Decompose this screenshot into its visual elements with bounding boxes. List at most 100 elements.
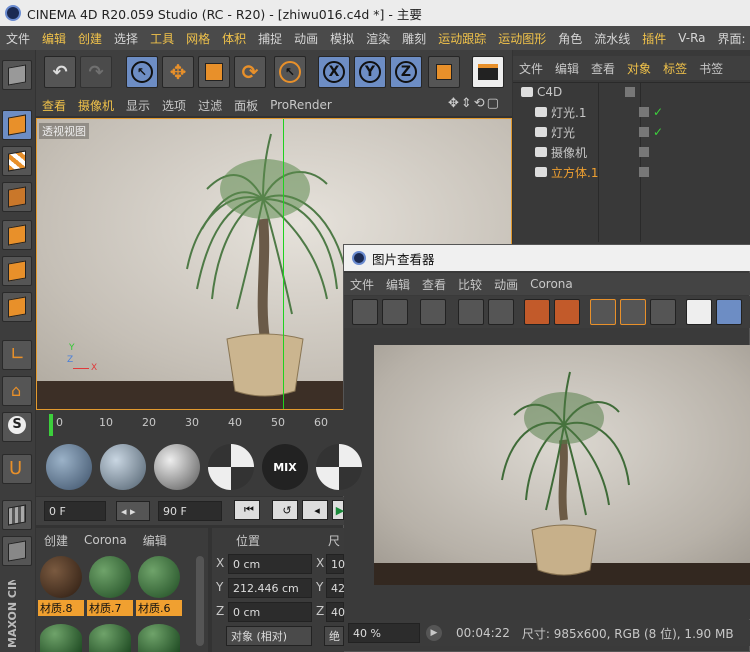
object-manager-tab[interactable]: 标签 <box>657 60 693 77</box>
material-ball[interactable] <box>100 444 146 490</box>
viewport-menu-item[interactable]: 过滤 <box>192 97 228 114</box>
zoom-select[interactable]: 40 % <box>348 623 420 643</box>
live-selection-button[interactable]: ↖ <box>126 56 158 88</box>
menu-item[interactable]: 创建 <box>72 30 108 47</box>
viewport-menu-item[interactable]: 查看 <box>36 97 72 114</box>
position-x-field[interactable]: 0 cm <box>228 554 312 574</box>
checker-material-ball[interactable] <box>316 444 362 490</box>
viewport-menu-item[interactable]: 摄像机 <box>72 97 120 114</box>
texture-mode-button[interactable] <box>2 146 32 176</box>
checker-material-ball[interactable] <box>208 444 254 490</box>
material-ball[interactable] <box>154 444 200 490</box>
viewport-menu-item[interactable]: ProRender <box>264 98 338 112</box>
enabled-check-icon[interactable]: ✓ <box>653 105 665 119</box>
menu-item[interactable]: 界面: <box>712 30 750 47</box>
material-ball[interactable] <box>46 444 92 490</box>
position-y-field[interactable]: 212.446 cm <box>228 578 312 598</box>
picture-viewer-menu-item[interactable]: 比较 <box>452 276 488 293</box>
material-ball[interactable] <box>138 624 180 652</box>
material-menu-item[interactable]: 编辑 <box>135 532 175 549</box>
viewport-menu-item[interactable]: 选项 <box>156 97 192 114</box>
filter-icon[interactable] <box>458 299 484 325</box>
play-forward-icon[interactable]: ▶ <box>332 500 344 520</box>
scale-tool-button[interactable] <box>198 56 230 88</box>
end-frame-field[interactable]: 90 F <box>158 501 222 521</box>
size-y-field[interactable]: 42 <box>326 578 345 598</box>
picture-viewer-menu-item[interactable]: 动画 <box>488 276 524 293</box>
workplane-button[interactable] <box>2 182 32 212</box>
object-manager-tab[interactable]: 文件 <box>513 60 549 77</box>
menu-item[interactable]: 选择 <box>108 30 144 47</box>
object-row[interactable]: 立方体.1 <box>515 162 750 182</box>
menu-item[interactable]: 渲染 <box>360 30 396 47</box>
material-scrollbar[interactable] <box>196 556 204 646</box>
size-z-field[interactable]: 40 <box>326 602 345 622</box>
menu-item[interactable]: 工具 <box>144 30 180 47</box>
coordinate-system-button[interactable] <box>428 56 460 88</box>
menu-item[interactable]: 捕捉 <box>252 30 288 47</box>
visibility-toggle[interactable] <box>625 87 635 97</box>
goto-start-icon[interactable]: ⏮ <box>234 500 260 520</box>
polygons-mode-button[interactable] <box>2 292 32 322</box>
paste-icon[interactable] <box>554 299 580 325</box>
loop-icon[interactable]: ↺ <box>272 500 298 520</box>
frame-range-slider[interactable]: ◂ ▸ <box>116 501 150 521</box>
ab-a-icon[interactable] <box>590 299 616 325</box>
play-icon[interactable]: ▶ <box>426 625 442 641</box>
z-axis-lock-button[interactable]: Z <box>390 56 422 88</box>
ab-compare-icon[interactable] <box>686 299 712 325</box>
coordinate-mode-select[interactable]: 对象 (相对) <box>226 626 312 646</box>
menu-item[interactable]: 动画 <box>288 30 324 47</box>
menu-item[interactable]: 网格 <box>180 30 216 47</box>
timeline-playhead[interactable] <box>49 414 53 436</box>
viewport-nav-icons[interactable]: ✥⇕⟲▢ <box>448 96 501 111</box>
texture-grid-icon[interactable] <box>2 536 32 566</box>
object-row[interactable]: 摄像机 <box>515 142 750 162</box>
material-ball[interactable] <box>40 624 82 652</box>
y-axis-lock-button[interactable]: Y <box>354 56 386 88</box>
apply-button[interactable]: 绝 <box>324 626 344 646</box>
last-tool-button[interactable]: ↖ <box>274 56 306 88</box>
menu-item[interactable]: 运动图形 <box>492 30 552 47</box>
picture-viewer-menu-item[interactable]: 文件 <box>344 276 380 293</box>
object-row[interactable]: 灯光.1 ✓ <box>515 102 750 122</box>
points-mode-button[interactable] <box>2 220 32 250</box>
prev-key-icon[interactable]: ◂ <box>302 500 328 520</box>
object-row[interactable]: 灯光 ✓ <box>515 122 750 142</box>
picture-viewer-menu-item[interactable]: Corona <box>524 277 579 291</box>
object-row[interactable]: C4D <box>515 82 750 102</box>
picture-viewer-menu-item[interactable]: 查看 <box>416 276 452 293</box>
visibility-toggle[interactable] <box>639 167 649 177</box>
menu-item[interactable]: 角色 <box>552 30 588 47</box>
edges-mode-button[interactable] <box>2 256 32 286</box>
rendered-image[interactable] <box>374 345 750 585</box>
object-manager-tab[interactable]: 编辑 <box>549 60 585 77</box>
material-menu-item[interactable]: 创建 <box>36 532 76 549</box>
material-thumbnail[interactable]: 材质.6 <box>136 556 182 618</box>
menu-item[interactable]: 编辑 <box>36 30 72 47</box>
grid-lock-icon[interactable] <box>2 500 32 530</box>
size-x-field[interactable]: 10 <box>326 554 345 574</box>
menu-item[interactable]: 文件 <box>0 30 36 47</box>
material-thumbnail[interactable]: 材质.8 <box>38 556 84 618</box>
picture-viewer-menu-item[interactable]: 编辑 <box>380 276 416 293</box>
mix-material-ball[interactable]: MIX <box>262 444 308 490</box>
redo-button[interactable]: ↷ <box>80 56 112 88</box>
visibility-toggle[interactable] <box>639 127 649 137</box>
material-thumbnail[interactable]: 材质.7 <box>87 556 133 618</box>
menu-item[interactable]: 雕刻 <box>396 30 432 47</box>
menu-item[interactable]: 模拟 <box>324 30 360 47</box>
viewport-menu-item[interactable]: 显示 <box>120 97 156 114</box>
material-ball[interactable] <box>89 624 131 652</box>
compare-icon[interactable] <box>650 299 676 325</box>
material-menu-item[interactable]: Corona <box>76 533 135 547</box>
start-frame-field[interactable]: 0 F <box>44 501 106 521</box>
object-manager-tab[interactable]: 查看 <box>585 60 621 77</box>
viewport-menu-item[interactable]: 面板 <box>228 97 264 114</box>
multipass-icon[interactable] <box>716 299 742 325</box>
magnet-icon[interactable]: U <box>2 454 32 484</box>
menu-item[interactable]: 流水线 <box>588 30 636 47</box>
copy-icon[interactable] <box>524 299 550 325</box>
visibility-toggle[interactable] <box>639 107 649 117</box>
render-view-button[interactable] <box>472 56 504 88</box>
